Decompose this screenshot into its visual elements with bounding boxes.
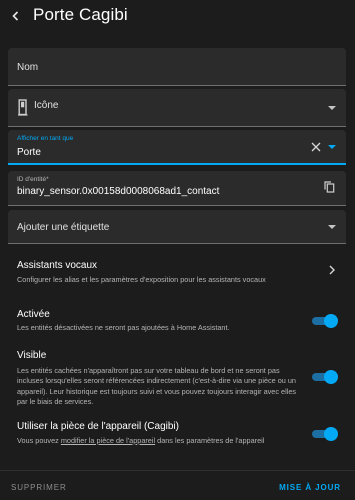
enabled-desc: Les entités désactivées ne seront pas aj…	[17, 323, 230, 332]
door-icon	[18, 99, 28, 116]
name-field-label: Nom	[17, 62, 39, 73]
dialog-header: Porte Cagibi	[0, 0, 355, 34]
copy-icon[interactable]	[324, 181, 335, 193]
enabled-toggle[interactable]	[311, 314, 338, 328]
toggle-knob	[324, 427, 338, 441]
area-desc: Vous pouvez modifier la pièce de l'appar…	[17, 436, 307, 446]
voice-assistants-desc: Configurer les alias et les paramètres d…	[17, 275, 266, 284]
entity-id-field[interactable]: ID d'entité* binary_sensor.0x00158d00080…	[8, 171, 346, 206]
toggle-knob	[324, 314, 338, 328]
back-button[interactable]	[8, 8, 24, 24]
update-button[interactable]: MISE À JOUR	[279, 483, 341, 492]
page-title: Porte Cagibi	[33, 5, 128, 24]
close-icon[interactable]	[311, 142, 321, 152]
show-as-select[interactable]: Afficher en tant que Porte	[8, 130, 346, 165]
enabled-title: Activée	[17, 309, 50, 320]
entity-settings-dialog: Porte Cagibi Nom Icône Afficher en tant …	[0, 0, 355, 500]
chevron-left-icon	[12, 11, 19, 21]
entity-id-label: ID d'entité*	[17, 176, 49, 183]
delete-button[interactable]: SUPPRIMER	[11, 483, 67, 492]
area-title: Utiliser la pièce de l'appareil (Cagibi)	[17, 421, 179, 432]
visible-desc: Les entités cachées n'apparaîtront pas s…	[17, 366, 297, 406]
show-as-label: Afficher en tant que	[17, 135, 74, 142]
icon-picker[interactable]: Icône	[8, 89, 346, 127]
toggle-knob	[324, 370, 338, 384]
device-area-toggle[interactable]	[311, 427, 338, 441]
visible-title: Visible	[17, 350, 47, 361]
voice-assistants-row[interactable]: Assistants vocaux Configurer les alias e…	[0, 252, 355, 288]
voice-assistants-title: Assistants vocaux	[17, 260, 98, 271]
area-desc-before: Vous pouvez	[17, 436, 61, 445]
area-desc-after: dans les paramètres de l'appareil	[155, 436, 265, 445]
chevron-down-icon	[328, 225, 336, 229]
entity-id-value: binary_sensor.0x00158d0008068ad1_contact	[17, 186, 220, 197]
labels-picker[interactable]: Ajouter une étiquette	[8, 210, 346, 244]
icon-field-label: Icône	[34, 100, 59, 111]
chevron-right-icon	[329, 265, 335, 275]
chevron-down-icon	[328, 106, 336, 110]
show-as-value: Porte	[17, 147, 41, 158]
footer-divider	[0, 470, 355, 471]
labels-field-label: Ajouter une étiquette	[17, 222, 110, 233]
chevron-down-icon	[328, 145, 336, 149]
edit-device-area-link[interactable]: modifier la pièce de l'appareil	[61, 436, 155, 445]
visible-toggle[interactable]	[311, 370, 338, 384]
name-field[interactable]: Nom	[8, 48, 346, 86]
